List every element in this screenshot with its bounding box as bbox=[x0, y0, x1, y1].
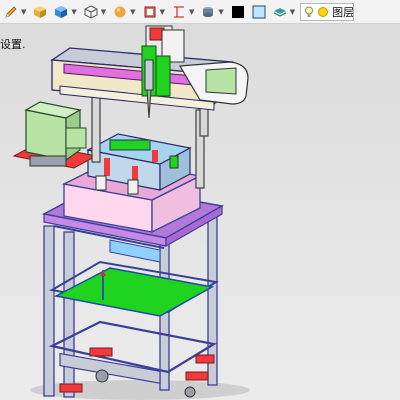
dimension-icon[interactable] bbox=[170, 3, 188, 21]
wire-cube-icon[interactable] bbox=[82, 3, 100, 21]
machine-model[interactable] bbox=[0, 24, 400, 400]
toolbar: ▼ ▼ ▼ ▼ ▼ ▼ ▼ ▼ 图层00 bbox=[0, 0, 400, 24]
section-view-icon[interactable] bbox=[141, 3, 159, 21]
chevron-down-icon[interactable]: ▼ bbox=[101, 8, 106, 16]
side-motor bbox=[12, 101, 98, 169]
chevron-down-icon[interactable]: ▼ bbox=[130, 8, 135, 16]
layer-stack-icon[interactable] bbox=[199, 3, 217, 21]
bulb-icon[interactable] bbox=[304, 6, 314, 18]
light-blue-color-icon[interactable] bbox=[250, 3, 268, 21]
chevron-down-icon[interactable]: ▼ bbox=[71, 8, 76, 16]
layer-label: 图层00 bbox=[332, 5, 355, 19]
status-text: 设置. bbox=[0, 38, 26, 51]
pencil-icon[interactable] bbox=[2, 3, 20, 21]
chevron-down-icon[interactable]: ▼ bbox=[218, 8, 223, 16]
cad-viewport[interactable]: 设置. bbox=[0, 24, 400, 400]
teal-layers-icon[interactable] bbox=[271, 3, 289, 21]
shaded-cube-icon[interactable] bbox=[31, 3, 49, 21]
chevron-down-icon[interactable]: ▼ bbox=[189, 8, 194, 16]
layer-selector[interactable]: 图层00 bbox=[300, 2, 355, 21]
sun-icon[interactable] bbox=[317, 6, 329, 18]
blue-cube-icon[interactable] bbox=[52, 3, 70, 21]
orange-sphere-icon[interactable] bbox=[111, 3, 129, 21]
black-color-icon[interactable] bbox=[229, 3, 247, 21]
green-shelf bbox=[53, 267, 215, 317]
chevron-down-icon[interactable]: ▼ bbox=[290, 8, 295, 16]
chevron-down-icon[interactable]: ▼ bbox=[21, 8, 26, 16]
chevron-down-icon[interactable]: ▼ bbox=[160, 8, 165, 16]
